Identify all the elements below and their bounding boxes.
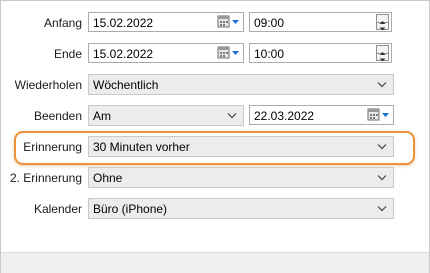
end-repeat-mode-select[interactable]: Am (88, 105, 244, 126)
end-time-value: 10:00 (254, 47, 285, 61)
start-label: Anfang (43, 16, 82, 30)
repeat-label: Wiederholen (14, 78, 82, 92)
repeat-value: Wöchentlich (93, 78, 159, 92)
end-repeat-label: Beenden (33, 109, 82, 123)
start-date-field[interactable]: 15.02.2022 (88, 12, 244, 32)
calendar-icon (217, 46, 239, 59)
start-date-value: 15.02.2022 (93, 16, 154, 30)
chevron-down-icon (377, 82, 387, 88)
calendar-icon (217, 15, 239, 28)
start-time-value: 09:00 (254, 16, 285, 30)
event-dialog: Anfang 15.02.2022 09:00 Ende 15.02.2022 (0, 0, 430, 273)
chevron-down-icon (377, 175, 387, 181)
end-repeat-date-field[interactable]: 22.03.2022 (249, 105, 394, 125)
start-date-picker-button[interactable] (217, 15, 241, 29)
end-label: Ende (53, 47, 82, 61)
second-reminder-select[interactable]: Ohne (88, 167, 394, 188)
end-time-field[interactable]: 10:00 (249, 43, 392, 63)
chevron-down-icon (227, 113, 237, 119)
end-repeat-mode-value: Am (93, 109, 111, 123)
calendar-label: Kalender (33, 202, 82, 216)
calendar-value: Büro (iPhone) (93, 202, 168, 216)
second-reminder-value: Ohne (93, 171, 123, 185)
spinner-down-icon[interactable] (377, 22, 388, 31)
start-time-spinner[interactable] (376, 14, 389, 31)
second-reminder-label: 2. Erinnerung (9, 171, 82, 185)
chevron-down-icon (377, 206, 387, 212)
dialog-footer (1, 252, 429, 273)
start-time-field[interactable]: 09:00 (249, 12, 392, 32)
reminder-highlight-frame (14, 131, 415, 165)
calendar-select[interactable]: Büro (iPhone) (88, 198, 394, 219)
end-date-picker-button[interactable] (217, 46, 241, 60)
end-date-field[interactable]: 15.02.2022 (88, 43, 244, 63)
calendar-icon (367, 108, 389, 121)
repeat-select[interactable]: Wöchentlich (88, 74, 394, 95)
end-time-spinner[interactable] (376, 45, 389, 62)
end-date-value: 15.02.2022 (93, 47, 154, 61)
end-repeat-date-picker-button[interactable] (367, 108, 391, 122)
spinner-down-icon[interactable] (377, 53, 388, 62)
end-repeat-date-value: 22.03.2022 (254, 109, 315, 123)
